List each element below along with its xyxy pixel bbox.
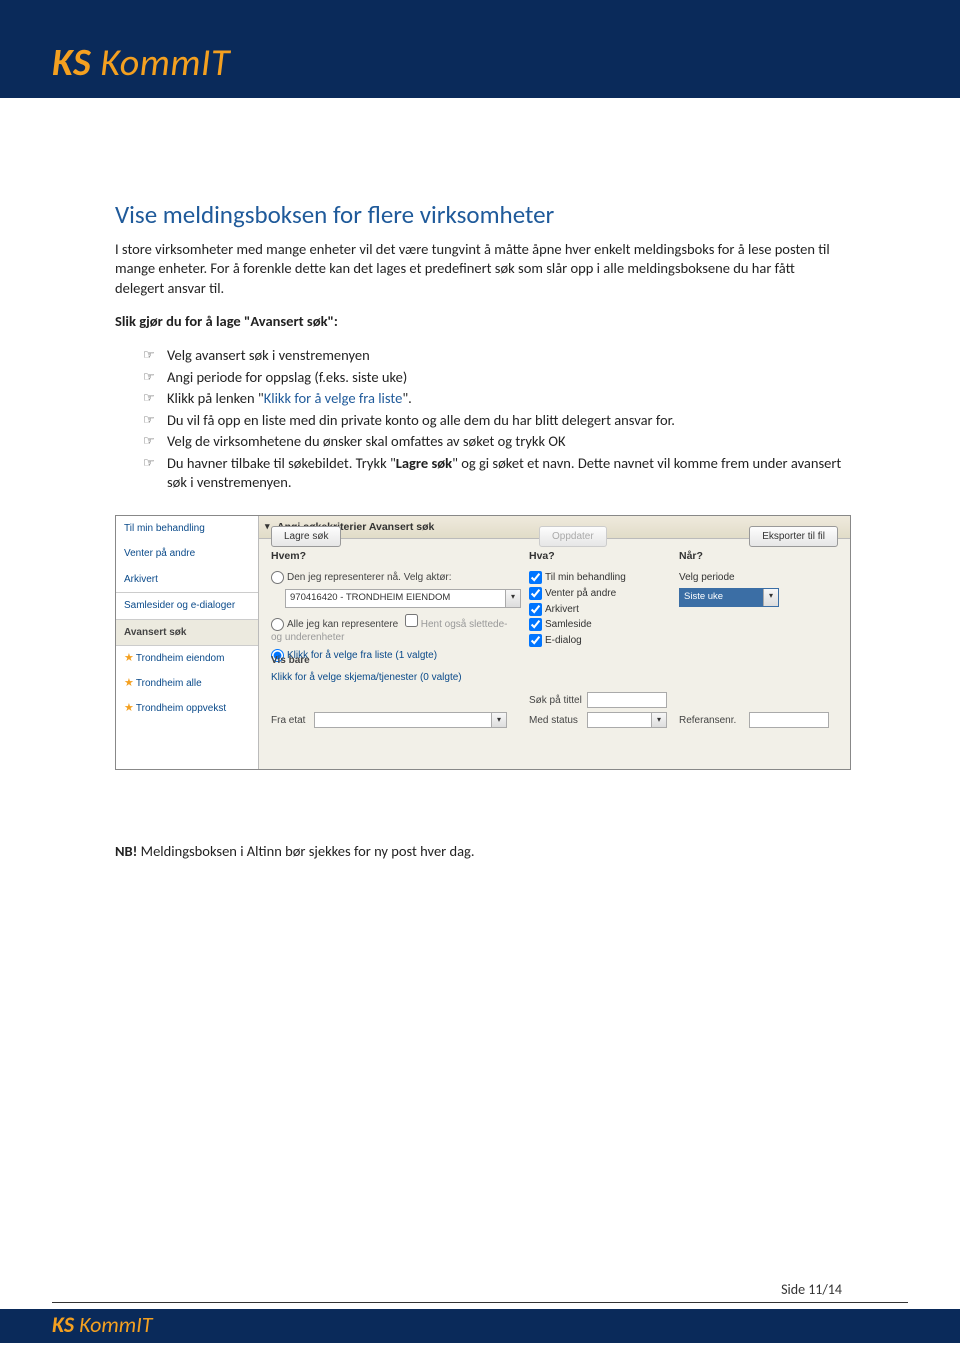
ss-main-panel: Angi søkekriterier Avansert søk Hvem? De… [258,516,850,769]
page-number: Side 11/14 [781,1281,842,1298]
label-med-status: Med status [529,714,578,728]
chevron-down-icon[interactable]: ▾ [763,589,778,606]
sidebar-item-samlesider[interactable]: Samlesider og e-dialoger [116,593,258,619]
label-referansenr: Referansenr. [679,714,736,728]
radio-input[interactable] [271,618,284,631]
sidebar-fav-trondheim-eiendom[interactable]: ★Trondheim eiendom [116,646,258,671]
radio-representerer-na[interactable]: Den jeg representerer nå. Velg aktør: [271,571,521,585]
nb-paragraph: NB! Meldingsboksen i Altinn bør sjekkes … [115,842,845,862]
label-sok-tittel: Søk på tittel [529,694,582,708]
label-velg-periode: Velg periode [679,571,829,585]
bullet-item: Angi periode for oppslag (f.eks. siste u… [143,368,845,388]
document-body: Vise meldingsboksen for flere virksomhet… [0,98,960,862]
bullet-list: Velg avansert søk i venstremenyen Angi p… [115,346,845,493]
label-fra-etat: Fra etat [271,714,305,728]
header-logo-rest: KommIT [91,40,230,86]
sidebar-fav-trondheim-alle[interactable]: ★Trondheim alle [116,671,258,696]
select-med-status[interactable]: ▾ [587,712,667,728]
intro-paragraph: I store virksomheter med mange enheter v… [115,240,845,299]
section-title: Vise meldingsboksen for flere virksomhet… [115,198,845,232]
inline-link-text: Klikk for å velge fra liste [264,389,403,407]
radio-alle-jeg-kan[interactable]: Alle jeg kan representere Hent også slet… [271,614,521,645]
chk-til-min-behandling[interactable]: Til min behandling [529,571,669,585]
ss-sidebar: Til min behandling Venter på andre Arkiv… [116,516,258,769]
footer: KS KommIT [0,1302,960,1356]
chk-samleside[interactable]: Samleside [529,618,669,632]
label-hvem: Hvem? [271,549,521,563]
chevron-down-icon[interactable]: ▾ [651,713,666,727]
input-referansenr[interactable] [749,712,829,728]
label-nar: Når? [679,549,829,563]
embedded-screenshot: Til min behandling Venter på andre Arkiv… [115,515,851,770]
footer-logo: KS KommIT [52,1311,152,1338]
bullet-item: Velg de virksomhetene du ønsker skal omf… [143,432,845,452]
chk-venter-pa-andre[interactable]: Venter på andre [529,587,669,601]
link-velg-skjema[interactable]: Klikk for å velge skjema/tjenester (0 va… [271,672,462,683]
star-icon: ★ [124,702,134,714]
chevron-down-icon[interactable]: ▾ [491,713,506,727]
select-fra-etat[interactable]: ▾ [314,712,507,728]
header-logo-prefix: KS [52,40,91,86]
chk-arkivert[interactable]: Arkivert [529,603,669,617]
chk-edialog[interactable]: E-dialog [529,634,669,648]
bullet-item: Du havner tilbake til søkebildet. Trykk … [143,454,845,493]
button-eksporter[interactable]: Eksporter til fil [749,526,838,548]
sidebar-item-til-min-behandling[interactable]: Til min behandling [116,516,258,542]
sidebar-item-venter-pa-andre[interactable]: Venter på andre [116,541,258,567]
bullet-item: Velg avansert søk i venstremenyen [143,346,845,366]
button-lagre-sok[interactable]: Lagre søk [271,526,341,548]
label-vis-bare: Vis bare [271,654,462,668]
sidebar-section-avansert-sok: Avansert søk [116,619,258,647]
radio-input[interactable] [271,571,284,584]
bullet-item: Klikk på lenken "Klikk for å velge fra l… [143,389,845,409]
top-stripe [0,0,960,22]
sidebar-item-arkivert[interactable]: Arkivert [116,567,258,593]
checkbox-hent-slettede[interactable] [405,614,418,627]
star-icon: ★ [124,652,134,664]
label-hva: Hva? [529,549,669,563]
button-oppdater[interactable]: Oppdater [539,526,607,548]
howto-lead: Slik gjør du for å lage "Avansert søk": [115,312,845,332]
bullet-item: Du vil få opp en liste med din private k… [143,411,845,431]
period-select[interactable]: Siste uke ▾ [679,588,779,607]
input-sok-tittel[interactable] [587,692,667,708]
entity-select[interactable]: 970416420 - TRONDHEIM EIENDOM ▾ [285,589,521,608]
header-bar: KS KommIT [0,22,960,98]
header-logo: KS KommIT [52,40,920,86]
sidebar-fav-trondheim-oppvekst[interactable]: ★Trondheim oppvekst [116,696,258,721]
star-icon: ★ [124,677,134,689]
chevron-down-icon[interactable]: ▾ [505,590,520,607]
